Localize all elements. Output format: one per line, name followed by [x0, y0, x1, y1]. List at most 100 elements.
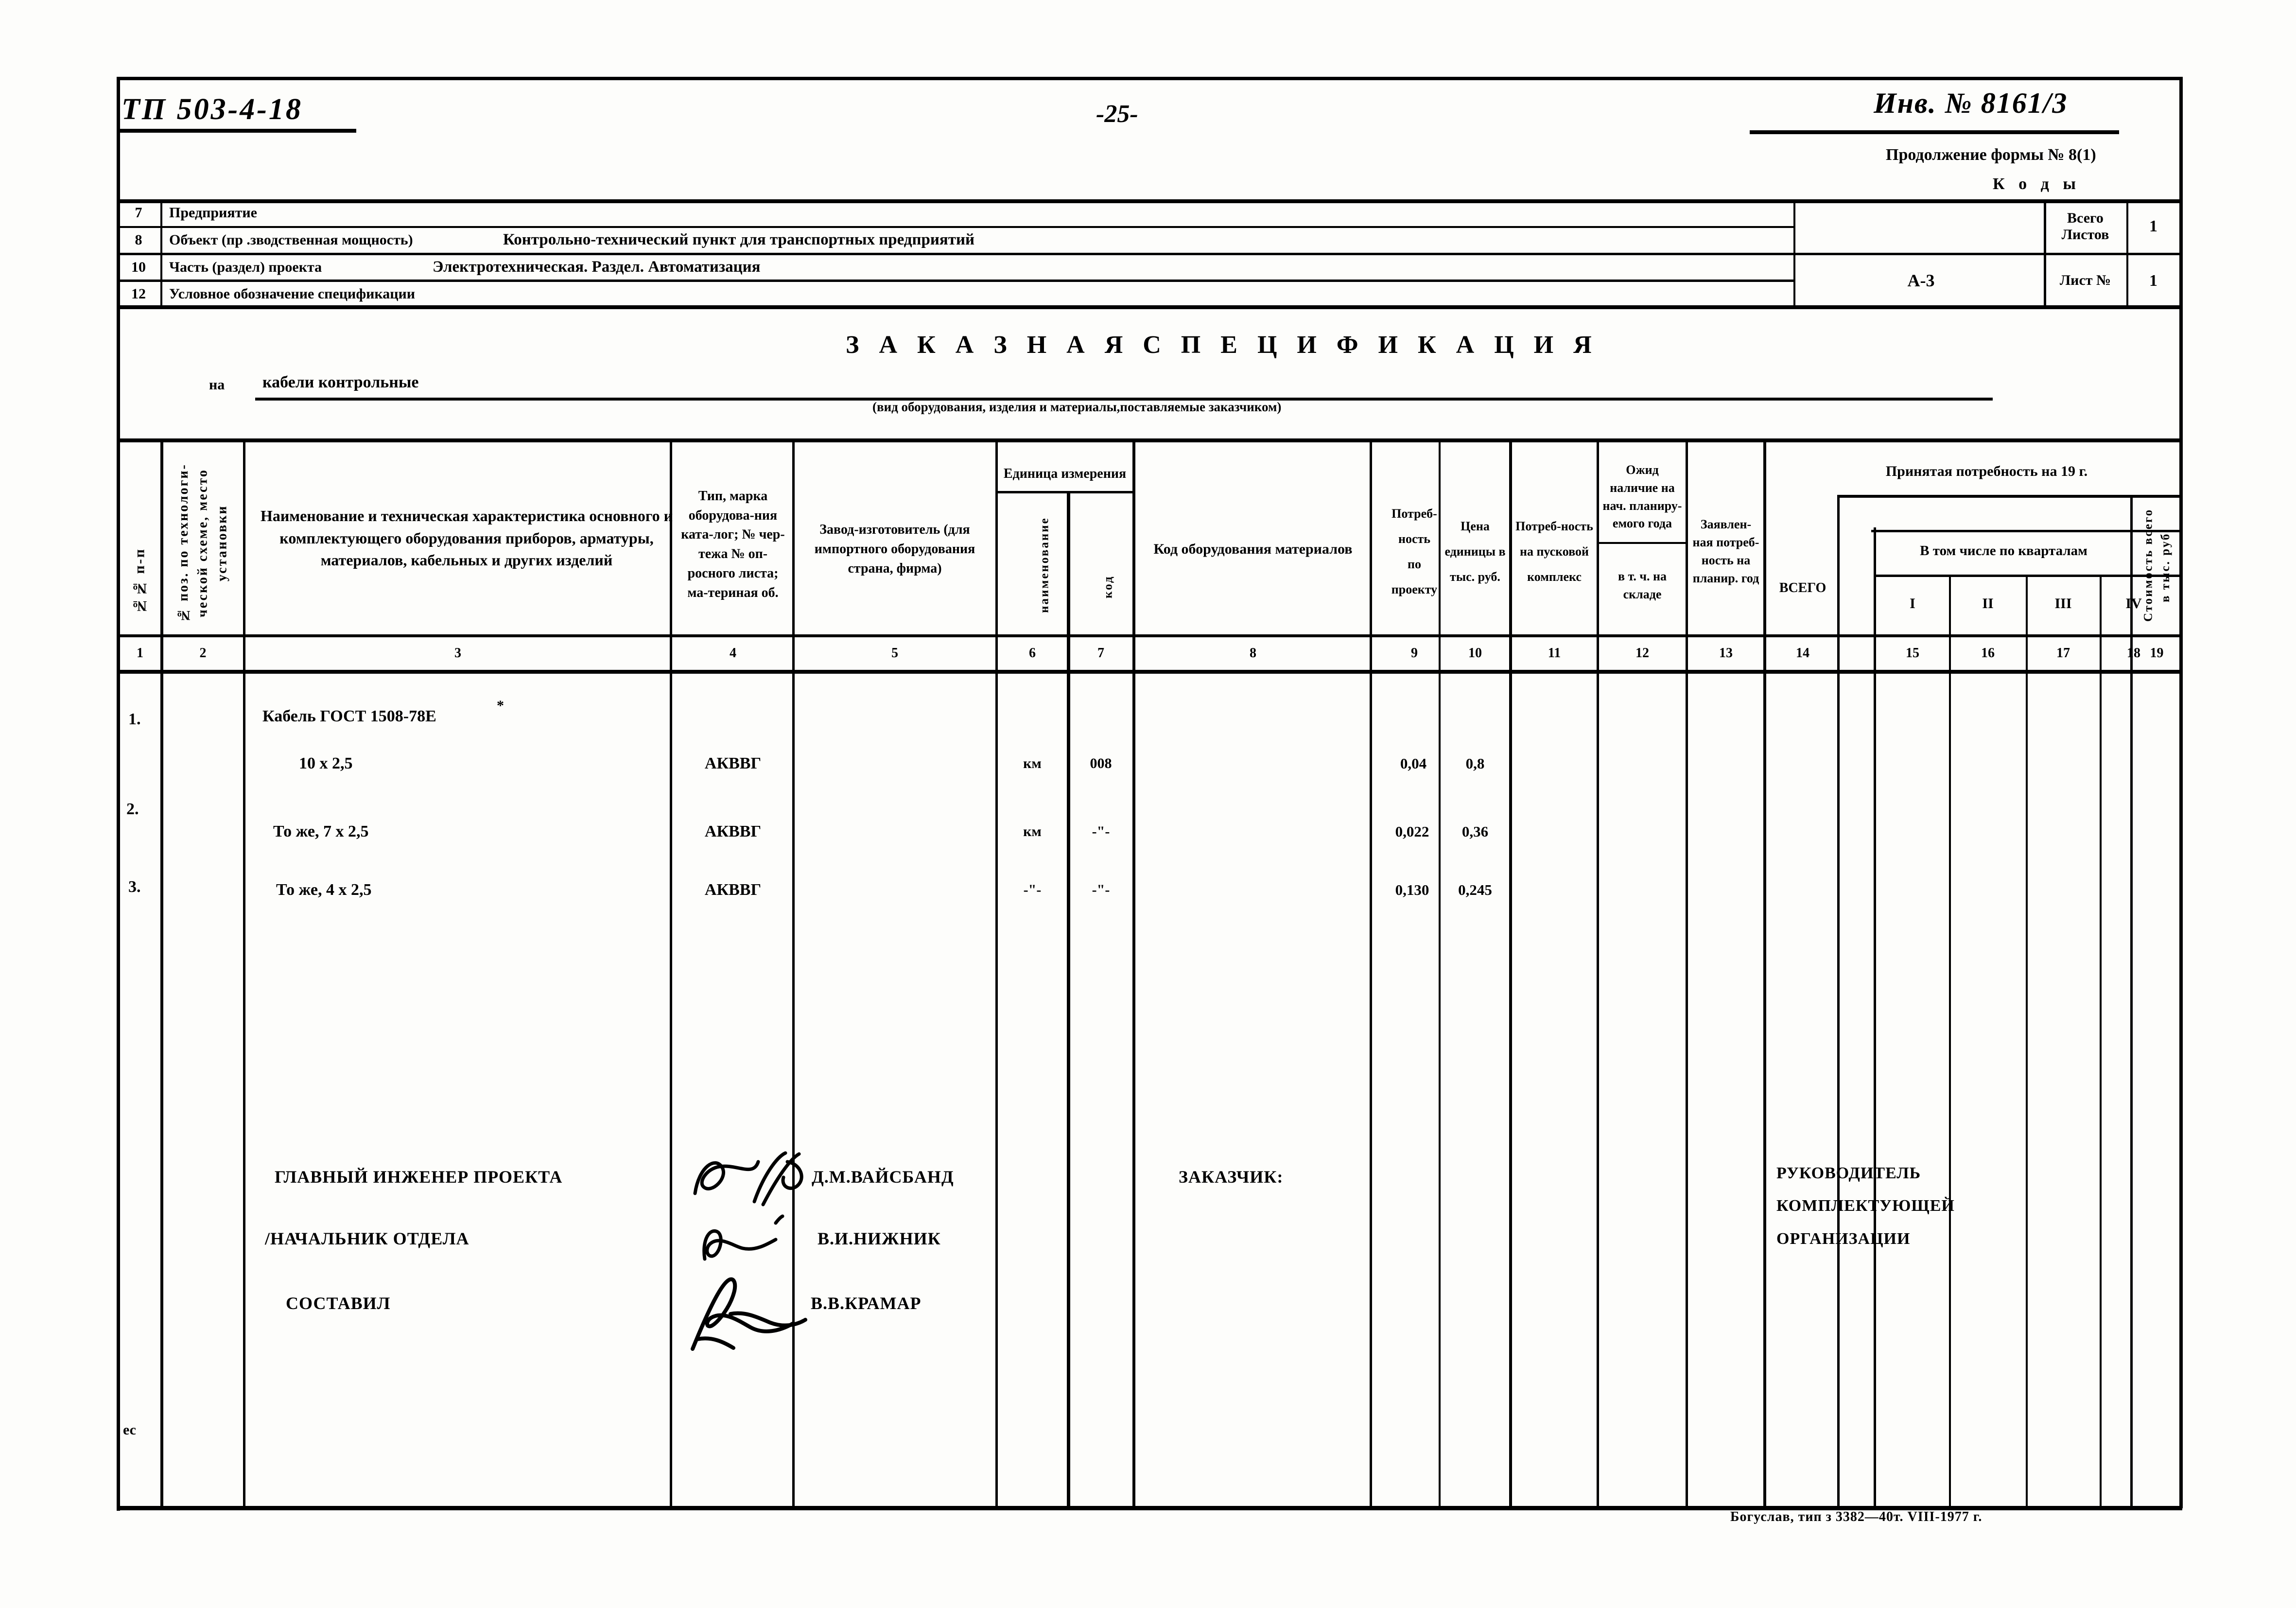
document-page: ТП 503-4-18 -25- Инв. № 8161/3 Продолжен…	[0, 0, 2296, 1608]
spec-code-value: А-3	[1907, 270, 1935, 290]
col10-divider	[1509, 438, 1512, 1510]
col3-divider	[670, 438, 672, 1510]
row1-type: АКВВГ	[704, 754, 762, 772]
colnum-9: 9	[1411, 646, 1418, 661]
row3-q3	[2028, 877, 2099, 903]
header-row-label-8: Объект (пр .зводственная мощность)	[169, 232, 413, 248]
row1-cost-total	[2134, 751, 2180, 776]
tp-underline	[118, 129, 356, 133]
row1-unit-name: км	[1023, 755, 1042, 771]
col6-divider	[1067, 491, 1070, 1510]
row1-unit-code: 008	[1090, 755, 1112, 771]
th-col11: Потреб-ность на пусковой комплекс	[1515, 519, 1593, 584]
th-col1: №№ п-п	[131, 547, 148, 614]
colnum-7: 7	[1097, 646, 1104, 661]
row1-accepted-total	[1769, 751, 1836, 776]
row3-type: АКВВГ	[704, 881, 762, 899]
th-col9: Потреб-ность по проекту	[1391, 507, 1438, 596]
colnum-10: 10	[1468, 646, 1482, 661]
row2-cost-total	[2134, 819, 2180, 844]
col9-divider	[1439, 438, 1441, 1510]
colnum-5: 5	[891, 646, 898, 661]
signature-scribble-1	[702, 1214, 784, 1261]
colnum-17: 17	[2056, 646, 2070, 661]
row3-need-startup	[1513, 877, 1595, 903]
row3-equip-code	[1141, 877, 1365, 903]
row3-declared-need	[1690, 877, 1761, 903]
th-col12-top: Ожид наличие на нач. планиру-емого года	[1602, 462, 1682, 531]
col5-divider	[995, 438, 998, 1510]
title-subtitle: (вид оборудования, изделия и материалы,п…	[872, 400, 1282, 414]
th-col15: I	[1910, 595, 1915, 612]
row1-factory	[798, 751, 991, 776]
row1-equip-code	[1141, 751, 1365, 776]
na-label: на	[209, 377, 225, 393]
col15-divider	[1874, 527, 1876, 1510]
row1-expected-stock	[1601, 751, 1684, 776]
col13-divider	[1763, 438, 1766, 1510]
signature-role-1: /НАЧАЛЬНИК ОТДЕЛА	[265, 1229, 470, 1248]
sheet-no-label: Лист №	[2059, 272, 2111, 289]
colnum-4: 4	[730, 646, 736, 661]
organization-line-2: ОРГАНИЗАЦИИ	[1776, 1230, 1911, 1248]
col14-divider	[1837, 495, 1840, 1510]
col7-divider	[1132, 438, 1135, 1510]
col16-divider	[1949, 575, 1951, 1510]
signature-role-2: СОСТАВИЛ	[286, 1293, 391, 1313]
row2-name: То же, 7 х 2,5	[273, 822, 369, 840]
th-col14: ВСЕГО	[1779, 580, 1826, 596]
total-sheets-label: Всего Листов	[2061, 210, 2109, 243]
colnum-16: 16	[1981, 646, 1995, 661]
inventory-number-handwritten: Инв. № 8161/3	[1874, 87, 2068, 119]
organization-line-1: КОМПЛЕКТУЮЩЕЙ	[1776, 1197, 1955, 1215]
th-unit-group: Единица измерения	[1003, 466, 1127, 482]
row1-q2	[1951, 751, 2025, 776]
customer-label: ЗАКАЗЧИК:	[1179, 1167, 1284, 1187]
row2-accepted-total	[1769, 819, 1836, 844]
row3-cost-total	[2134, 877, 2180, 903]
row2-expected-stock	[1601, 819, 1684, 844]
colnum-8: 8	[1250, 646, 1256, 661]
signature-scribble-2	[691, 1277, 807, 1351]
col18-divider	[2100, 575, 2102, 1510]
colnum-13: 13	[1719, 646, 1733, 661]
colnum-2: 2	[199, 646, 207, 661]
colnum-3: 3	[454, 646, 461, 661]
col1-divider	[160, 438, 163, 1510]
colnum-19: 19	[2150, 646, 2164, 661]
signature-name-0: Д.М.ВАЙСБАНД	[812, 1167, 954, 1187]
th-col13: Заявлен-ная потреб-ность на планир. год	[1692, 517, 1759, 585]
th-quarters-group: В том числе по кварталам	[1920, 543, 2087, 559]
row1-name-superscript: *	[497, 698, 504, 714]
signature-name-1: В.И.НИЖНИК	[818, 1229, 941, 1248]
header-row-label-7: Предприятие	[169, 205, 257, 221]
row2-unit-name: км	[1023, 823, 1042, 839]
top-border-line	[117, 77, 2182, 80]
colnum-6: 6	[1029, 646, 1036, 661]
header-row-number-10: 10	[131, 259, 146, 275]
th-col19: Стоимость всего в тыс. руб.	[2141, 508, 2173, 622]
th-col7: код	[1101, 575, 1115, 599]
colnum-1: 1	[137, 646, 143, 661]
form-continuation-label: Продолжение формы № 8(1)	[1886, 146, 2096, 164]
row2-need-project: 0,022	[1395, 823, 1429, 840]
row2-unit-price: 0,36	[1461, 823, 1489, 840]
th-col16: II	[1982, 595, 1994, 612]
table-row: 2.	[126, 800, 139, 818]
header-row-number-7: 7	[135, 205, 142, 221]
row3-name: То же, 4 х 2,5	[276, 881, 372, 899]
row2-q3	[2028, 819, 2099, 844]
specification-subject: кабели контрольные	[262, 373, 419, 391]
row1-name-line1: Кабель ГОСТ 1508-78Е	[262, 707, 436, 725]
organization-line-0: РУКОВОДИТЕЛЬ	[1776, 1164, 1921, 1182]
unit-group-line	[996, 491, 1132, 493]
th-col10: Цена единицы в тыс. руб.	[1444, 519, 1506, 584]
colnum-15: 15	[1906, 646, 1919, 661]
table-colnum-bottom-line	[117, 670, 2182, 674]
expected-stock-divider	[1599, 542, 1687, 544]
th-col4: Тип, марка оборудова-ния ката-лог; № чер…	[681, 488, 785, 600]
row2-need-startup	[1513, 819, 1595, 844]
th-col12-bottom: в т. ч. на складе	[1618, 569, 1667, 601]
row1-unit-price: 0,8	[1465, 755, 1485, 772]
header-numcol-divider	[160, 199, 162, 307]
